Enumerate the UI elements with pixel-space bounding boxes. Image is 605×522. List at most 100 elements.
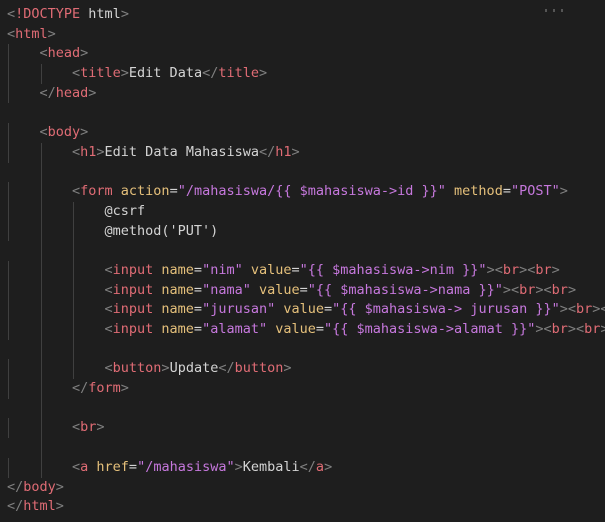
code-token: < [72, 65, 81, 82]
code-token: @csrf [104, 202, 146, 219]
code-token: < [104, 360, 113, 377]
code-token: > [291, 143, 300, 160]
code-token: "{{ $mahasiswa->nim }}" [299, 261, 487, 278]
code-token: < [39, 45, 48, 62]
code-line[interactable]: </form> [0, 379, 605, 399]
code-token: body [47, 124, 81, 141]
code-line[interactable]: @method('PUT') [0, 221, 605, 242]
code-token: body [23, 478, 56, 495]
code-token: Edit Data [128, 65, 203, 82]
code-token: < [543, 321, 552, 337]
code-token: > [600, 321, 605, 337]
code-line[interactable] [0, 162, 605, 183]
code-token: </ [72, 380, 89, 397]
code-token: !DOCTYPE [15, 6, 81, 22]
code-token: = [193, 301, 203, 318]
code-token: value [250, 281, 300, 298]
indent-guide [8, 260, 9, 281]
code-token: > [161, 360, 170, 377]
code-token: input [112, 321, 154, 337]
code-line[interactable]: <input name="nim" value="{{ $mahasiswa->… [0, 260, 605, 281]
code-token: name [153, 281, 194, 298]
code-token: title [80, 65, 121, 82]
indent-guide [40, 359, 42, 380]
code-token: = [193, 321, 203, 337]
code-token: br [551, 281, 568, 298]
code-token: = [291, 261, 300, 278]
code-token: > [567, 281, 577, 298]
code-token: name [153, 261, 194, 278]
code-token: > [535, 281, 544, 298]
code-line[interactable]: <input name="jurusan" value="{{ $mahasis… [0, 300, 605, 320]
indent-guide [8, 123, 9, 143]
code-token: h1 [80, 143, 97, 160]
indent-guide [8, 182, 9, 202]
code-token: a [315, 458, 325, 475]
code-token: "/mahasiswa" [137, 458, 235, 475]
code-editor[interactable]: <!DOCTYPE html> <html> <head> <title>Edit D… [0, 0, 605, 522]
code-token: < [104, 281, 113, 298]
code-line[interactable]: <!DOCTYPE html> [0, 5, 605, 25]
code-token: = [324, 301, 333, 318]
code-token: br [535, 261, 552, 278]
indent-guide [8, 457, 9, 478]
code-line[interactable]: <html> [0, 25, 605, 45]
code-line[interactable]: <a href="/mahasiswa">Kembali</a> [0, 457, 605, 478]
code-token: "/mahasiswa/{{ $mahasiswa->id }}" [177, 183, 446, 200]
indent-guide [8, 64, 9, 84]
code-token: br [80, 419, 97, 436]
indent-guide [8, 320, 9, 340]
indent-guide [73, 260, 74, 281]
code-line[interactable]: <form action="/mahasiswa/{{ $mahasiswa->… [0, 182, 605, 202]
code-token: </ [39, 84, 56, 101]
code-token: br [551, 321, 568, 337]
code-line[interactable] [0, 398, 605, 419]
code-line[interactable]: </head> [0, 83, 605, 104]
code-token: br [576, 301, 593, 318]
code-token: > [502, 281, 511, 298]
code-line[interactable] [0, 103, 605, 123]
code-line[interactable] [0, 438, 605, 458]
code-token: < [494, 261, 503, 278]
code-token: value [275, 301, 324, 318]
code-line[interactable]: @csrf [0, 201, 605, 222]
indent-guide [40, 438, 42, 458]
code-token: html [15, 25, 48, 42]
code-token: Update [169, 360, 219, 377]
code-token: </ [218, 360, 235, 377]
code-token: < [72, 419, 81, 436]
code-token: < [510, 281, 520, 298]
indent-guide [40, 182, 42, 202]
code-token: button [234, 360, 284, 377]
code-line[interactable]: <body> [0, 123, 605, 143]
code-token: html [23, 498, 56, 515]
code-line[interactable]: <title>Edit Data</title> [0, 64, 605, 84]
indent-guide [73, 241, 74, 261]
code-token: < [39, 124, 48, 141]
code-line[interactable]: </html> [0, 497, 605, 517]
code-token: > [551, 261, 560, 278]
code-line[interactable]: <br> [0, 418, 605, 439]
code-token: href [88, 458, 129, 475]
code-lines[interactable]: <!DOCTYPE html> <html> <head> <title>Edit D… [0, 5, 605, 517]
code-line[interactable] [0, 339, 605, 360]
code-line[interactable] [0, 241, 605, 261]
code-line[interactable]: </body> [0, 478, 605, 498]
code-line[interactable]: <input name="alamat" value="{{ $mahasisw… [0, 320, 605, 340]
code-token: input [112, 261, 154, 278]
code-token: h1 [275, 143, 292, 160]
code-line[interactable]: <h1>Edit Data Mahasiswa</h1> [0, 142, 605, 163]
code-token: > [559, 183, 568, 200]
code-token: "nim" [202, 261, 243, 278]
indent-guide [40, 379, 42, 399]
code-token: "{{ $mahasiswa->nama }}" [307, 281, 503, 298]
code-token: input [112, 281, 154, 298]
code-line[interactable]: <input name="nama" value="{{ $mahasiswa-… [0, 280, 605, 301]
code-line[interactable]: <button>Update</button> [0, 359, 605, 380]
code-token: "jurusan" [202, 301, 276, 318]
indent-guide [8, 280, 9, 301]
code-token: title [218, 65, 259, 82]
indent-guide [40, 162, 42, 183]
indent-guide [40, 201, 42, 222]
code-line[interactable]: <head> [0, 44, 605, 65]
